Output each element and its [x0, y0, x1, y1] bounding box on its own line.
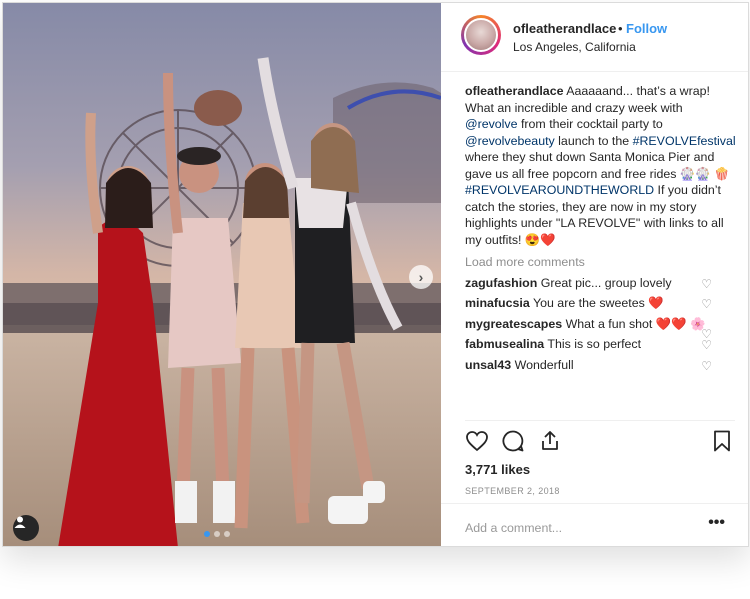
next-photo-button[interactable]: ›: [409, 265, 433, 289]
avatar-image: [464, 18, 498, 52]
comment-item: unsal43 Wonderfull ♡: [441, 353, 748, 374]
chevron-right-icon: ›: [418, 269, 424, 285]
separator-dot: •: [618, 21, 623, 36]
user-tag-button[interactable]: [13, 515, 39, 541]
caption-username[interactable]: ofleatherandlace: [465, 84, 563, 98]
post-comments-area: ofleatherandlace Aaaaaand... that’s a wr…: [441, 83, 748, 373]
follow-button[interactable]: Follow: [626, 21, 667, 36]
mention-link[interactable]: @revolve: [465, 117, 518, 131]
comment-item: mygreatescapes What a fun shot ❤️❤️ 🌸 ♡: [441, 312, 748, 341]
heart-icon[interactable]: [465, 429, 489, 453]
avatar[interactable]: [461, 15, 501, 55]
share-icon[interactable]: [538, 429, 562, 453]
comment-text: What a fun shot ❤️❤️ 🌸: [565, 316, 706, 331]
caption-text: where they shut down Santa Monica Pier a…: [465, 150, 730, 181]
comment-list: zagufashion Great pic... group lovely ♡ …: [441, 271, 748, 374]
carousel-indicator: [204, 531, 230, 537]
comment-username[interactable]: fabmusealina: [465, 337, 544, 351]
post-location[interactable]: Los Angeles, California: [513, 40, 636, 54]
heart-outline-icon[interactable]: ♡: [701, 337, 712, 354]
action-bar: [465, 429, 735, 455]
load-more-comments[interactable]: Load more comments: [441, 248, 748, 271]
add-comment-input[interactable]: Add a comment...: [465, 521, 562, 535]
comment-username[interactable]: mygreatescapes: [465, 317, 562, 331]
comment-item: zagufashion Great pic... group lovely ♡: [441, 271, 748, 292]
caption-text: launch to the: [554, 133, 633, 148]
comment-text: This is so perfect: [547, 337, 642, 351]
comment-item: fabmusealina This is so perfect ♡: [441, 332, 748, 353]
comment-username[interactable]: unsal43: [465, 358, 511, 372]
like-count[interactable]: 3,771 likes: [465, 462, 530, 477]
post-header: ofleatherandlace • Follow Los Angeles, C…: [441, 3, 748, 72]
heart-outline-icon[interactable]: ♡: [701, 296, 712, 313]
carousel-dot: [224, 531, 230, 537]
comment-username[interactable]: minafucsia: [465, 296, 530, 310]
hashtag-link[interactable]: #REVOLVEfestival: [633, 134, 736, 148]
comment-text: Wonderfull: [514, 357, 574, 372]
comment-item: minafucsia You are the sweetes ❤️ ♡: [441, 291, 748, 312]
carousel-dot-active: [204, 531, 210, 537]
post-card: › ofleatherandlace • Follow Los Angeles,…: [2, 2, 749, 547]
post-date: SEPTEMBER 2, 2018: [465, 486, 560, 496]
post-side-panel: ofleatherandlace • Follow Los Angeles, C…: [441, 3, 748, 546]
post-username[interactable]: ofleatherandlace: [513, 21, 616, 36]
mention-link[interactable]: @revolvebeauty: [465, 134, 555, 148]
divider: [441, 503, 748, 504]
carousel-dot: [214, 531, 220, 537]
photo-scene: [3, 57, 441, 546]
comment-text: You are the sweetes ❤️: [532, 296, 664, 310]
user-icon: [14, 516, 26, 528]
divider: [465, 420, 735, 421]
heart-outline-icon[interactable]: ♡: [701, 358, 712, 375]
more-options-button[interactable]: •••: [708, 514, 725, 532]
caption-text: from their cocktail party to: [517, 117, 663, 131]
bookmark-icon[interactable]: [710, 429, 734, 453]
caption: ofleatherandlace Aaaaaand... that’s a wr…: [441, 83, 748, 248]
heart-outline-icon[interactable]: ♡: [701, 276, 712, 293]
hashtag-link[interactable]: #REVOLVEAROUNDTHEWORLD: [465, 183, 654, 197]
comment-username[interactable]: zagufashion: [465, 276, 537, 290]
post-photo[interactable]: ›: [3, 3, 441, 546]
comment-icon[interactable]: [501, 429, 525, 453]
comment-text: Great pic... group lovely: [540, 275, 672, 290]
